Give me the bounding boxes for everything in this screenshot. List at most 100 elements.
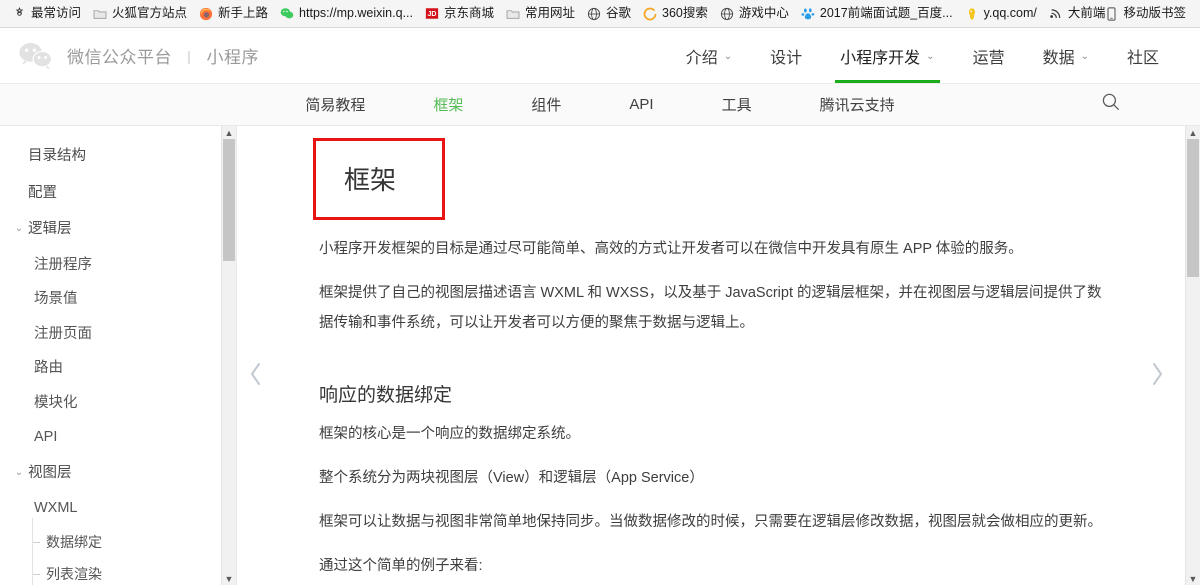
bookmark-label: 火狐官方站点 <box>112 7 187 20</box>
document-body: 框架 小程序开发框架的目标是通过尽可能简单、高效的方式让开发者可以在微信中开发具… <box>237 126 1200 585</box>
next-page-button[interactable] <box>1142 358 1172 394</box>
sidebar-item-wxml[interactable]: WXML <box>0 491 236 526</box>
sidebar-item-data-binding[interactable]: 数据绑定 <box>0 526 236 558</box>
folder-icon <box>506 7 520 21</box>
chevron-right-icon <box>1149 361 1165 392</box>
sidebar-item-label: 场景值 <box>34 292 78 307</box>
brand-name: 微信公众平台 <box>67 48 172 67</box>
page-body: 目录结构 配置 ⌄ 逻辑层 注册程序 场景值 注册页面 路由 模块化 <box>0 126 1200 585</box>
wechat-logo <box>18 41 54 71</box>
globe-icon <box>587 7 601 21</box>
sidebar-item-directory-structure[interactable]: 目录结构 <box>0 138 236 175</box>
bookmark-jd[interactable]: JD 京东商城 <box>419 5 500 23</box>
scroll-down-icon[interactable]: ▼ <box>222 572 236 585</box>
star-icon <box>12 7 26 21</box>
sidebar-item-configuration[interactable]: 配置 <box>0 175 236 212</box>
sidebar-item-modularization[interactable]: 模块化 <box>0 386 236 421</box>
bookmark-label: 最常访问 <box>31 7 81 20</box>
bookmark-firefox-official[interactable]: 火狐官方站点 <box>87 5 193 23</box>
sidebar-item-label: 逻辑层 <box>28 222 72 237</box>
sidebar-item-label: 配置 <box>28 186 57 201</box>
bookmark-label: 2017前端面试题_百度... <box>820 7 953 20</box>
nav-item-operations[interactable]: 运营 <box>954 28 1024 83</box>
sidebar-item-api[interactable]: API <box>0 420 236 455</box>
scroll-up-icon[interactable]: ▲ <box>1186 126 1200 139</box>
content-area: 框架 小程序开发框架的目标是通过尽可能简单、高效的方式让开发者可以在微信中开发具… <box>237 126 1200 585</box>
nav-item-community[interactable]: 社区 <box>1108 28 1178 83</box>
subnav-item-components[interactable]: 组件 <box>497 94 595 115</box>
bookmark-qq-music[interactable]: y.qq.com/ <box>959 5 1043 23</box>
sidebar: 目录结构 配置 ⌄ 逻辑层 注册程序 场景值 注册页面 路由 模块化 <box>0 126 236 585</box>
nav-item-data[interactable]: 数据 ⌄ <box>1024 28 1108 83</box>
chevron-down-icon: ⌄ <box>10 224 28 234</box>
sidebar-scrollbar[interactable]: ▲ ▼ <box>221 126 236 585</box>
sub-navigation: 简易教程 框架 组件 API 工具 腾讯云支持 <box>0 84 1200 126</box>
bookmark-label: 360搜索 <box>662 7 708 20</box>
sidebar-item-label: 列表渲染 <box>46 567 102 581</box>
search-icon <box>1101 92 1121 117</box>
bookmark-mobile-bookmarks[interactable]: 移动版书签 <box>1098 5 1192 23</box>
nav-item-design[interactable]: 设计 <box>751 28 821 83</box>
sidebar-item-register-page[interactable]: 注册页面 <box>0 317 236 352</box>
chevron-down-icon: ⌄ <box>10 468 28 478</box>
sidebar-item-label: 注册页面 <box>34 327 92 342</box>
rss-icon <box>1049 7 1063 21</box>
section-paragraph-1: 框架的核心是一个响应的数据绑定系统。 <box>319 419 1110 449</box>
nav-label: 介绍 <box>686 44 718 68</box>
nav-item-intro[interactable]: 介绍 ⌄ <box>667 28 751 83</box>
nav-item-miniprogram-dev[interactable]: 小程序开发 ⌄ <box>821 28 953 83</box>
sidebar-item-label: 目录结构 <box>28 149 86 164</box>
sidebar-item-label: WXML <box>34 501 78 516</box>
bookmark-mp-weixin[interactable]: https://mp.weixin.q... <box>274 5 419 23</box>
globe-icon <box>720 7 734 21</box>
brand-block[interactable]: 微信公众平台丨小程序 <box>18 41 259 71</box>
sidebar-group-logic-layer[interactable]: ⌄ 逻辑层 <box>0 211 236 248</box>
sidebar-item-list-rendering[interactable]: 列表渲染 <box>0 558 236 586</box>
bookmark-baidu-interview[interactable]: 2017前端面试题_百度... <box>795 5 959 23</box>
bookmark-label: 游戏中心 <box>739 7 789 20</box>
section-paragraph-3: 框架可以让数据与视图非常简单地保持同步。当做数据修改的时候，只需要在逻辑层修改数… <box>319 507 1110 537</box>
page-scrollbar[interactable]: ▲ ▼ <box>1185 126 1200 585</box>
prev-page-button[interactable] <box>241 358 271 394</box>
nav-label: 小程序开发 <box>840 44 920 68</box>
bookmark-google[interactable]: 谷歌 <box>581 5 637 23</box>
bookmark-label: 京东商城 <box>444 7 494 20</box>
scroll-down-icon[interactable]: ▼ <box>1186 572 1200 585</box>
sidebar-item-label: 模块化 <box>34 396 78 411</box>
nav-label: 社区 <box>1127 44 1159 68</box>
section-paragraph-2: 整个系统分为两块视图层（View）和逻辑层（App Service） <box>319 463 1110 493</box>
bookmark-360-search[interactable]: 360搜索 <box>637 5 714 23</box>
nav-label: 运营 <box>973 44 1005 68</box>
chevron-left-icon <box>248 361 264 392</box>
sidebar-item-routing[interactable]: 路由 <box>0 351 236 386</box>
subnav-item-tencent-cloud[interactable]: 腾讯云支持 <box>786 94 929 115</box>
bookmark-label: y.qq.com/ <box>984 7 1037 20</box>
sidebar-item-scene-value[interactable]: 场景值 <box>0 282 236 317</box>
brand-text: 微信公众平台丨小程序 <box>67 43 259 68</box>
subnav-item-tools[interactable]: 工具 <box>688 94 786 115</box>
bookmark-game-center[interactable]: 游戏中心 <box>714 5 795 23</box>
firefox-icon <box>199 7 213 21</box>
sidebar-item-label: 数据绑定 <box>46 535 102 549</box>
page-scrollbar-thumb[interactable] <box>1187 139 1199 277</box>
sidebar-item-register-app[interactable]: 注册程序 <box>0 248 236 283</box>
search-button[interactable] <box>1098 92 1124 118</box>
subnav-item-framework[interactable]: 框架 <box>399 94 497 115</box>
sidebar-group-view-layer[interactable]: ⌄ 视图层 <box>0 455 236 492</box>
bookmark-most-visited[interactable]: 最常访问 <box>6 5 87 23</box>
sidebar-scrollbar-thumb[interactable] <box>223 139 235 261</box>
bookmark-label: 新手上路 <box>218 7 268 20</box>
chevron-down-icon: ⌄ <box>724 51 732 62</box>
bookmark-bar-right-section: 移动版书签 <box>1098 0 1192 27</box>
mobile-icon <box>1104 7 1118 21</box>
subnav-item-quickstart[interactable]: 简易教程 <box>271 94 399 115</box>
scroll-up-icon[interactable]: ▲ <box>222 126 236 139</box>
bookmark-beginner-guide[interactable]: 新手上路 <box>193 5 274 23</box>
bookmark-common-sites[interactable]: 常用网址 <box>500 5 581 23</box>
subnav-item-api[interactable]: API <box>595 96 687 113</box>
bookmark-label: 移动版书签 <box>1123 7 1186 20</box>
wechat-icon <box>280 7 294 21</box>
intro-paragraph-1: 小程序开发框架的目标是通过尽可能简单、高效的方式让开发者可以在微信中开发具有原生… <box>319 234 1110 264</box>
site-header: 微信公众平台丨小程序 介绍 ⌄ 设计 小程序开发 ⌄ 运营 数据 ⌄ 社区 <box>0 28 1200 84</box>
page-title: 框架 <box>344 167 396 193</box>
